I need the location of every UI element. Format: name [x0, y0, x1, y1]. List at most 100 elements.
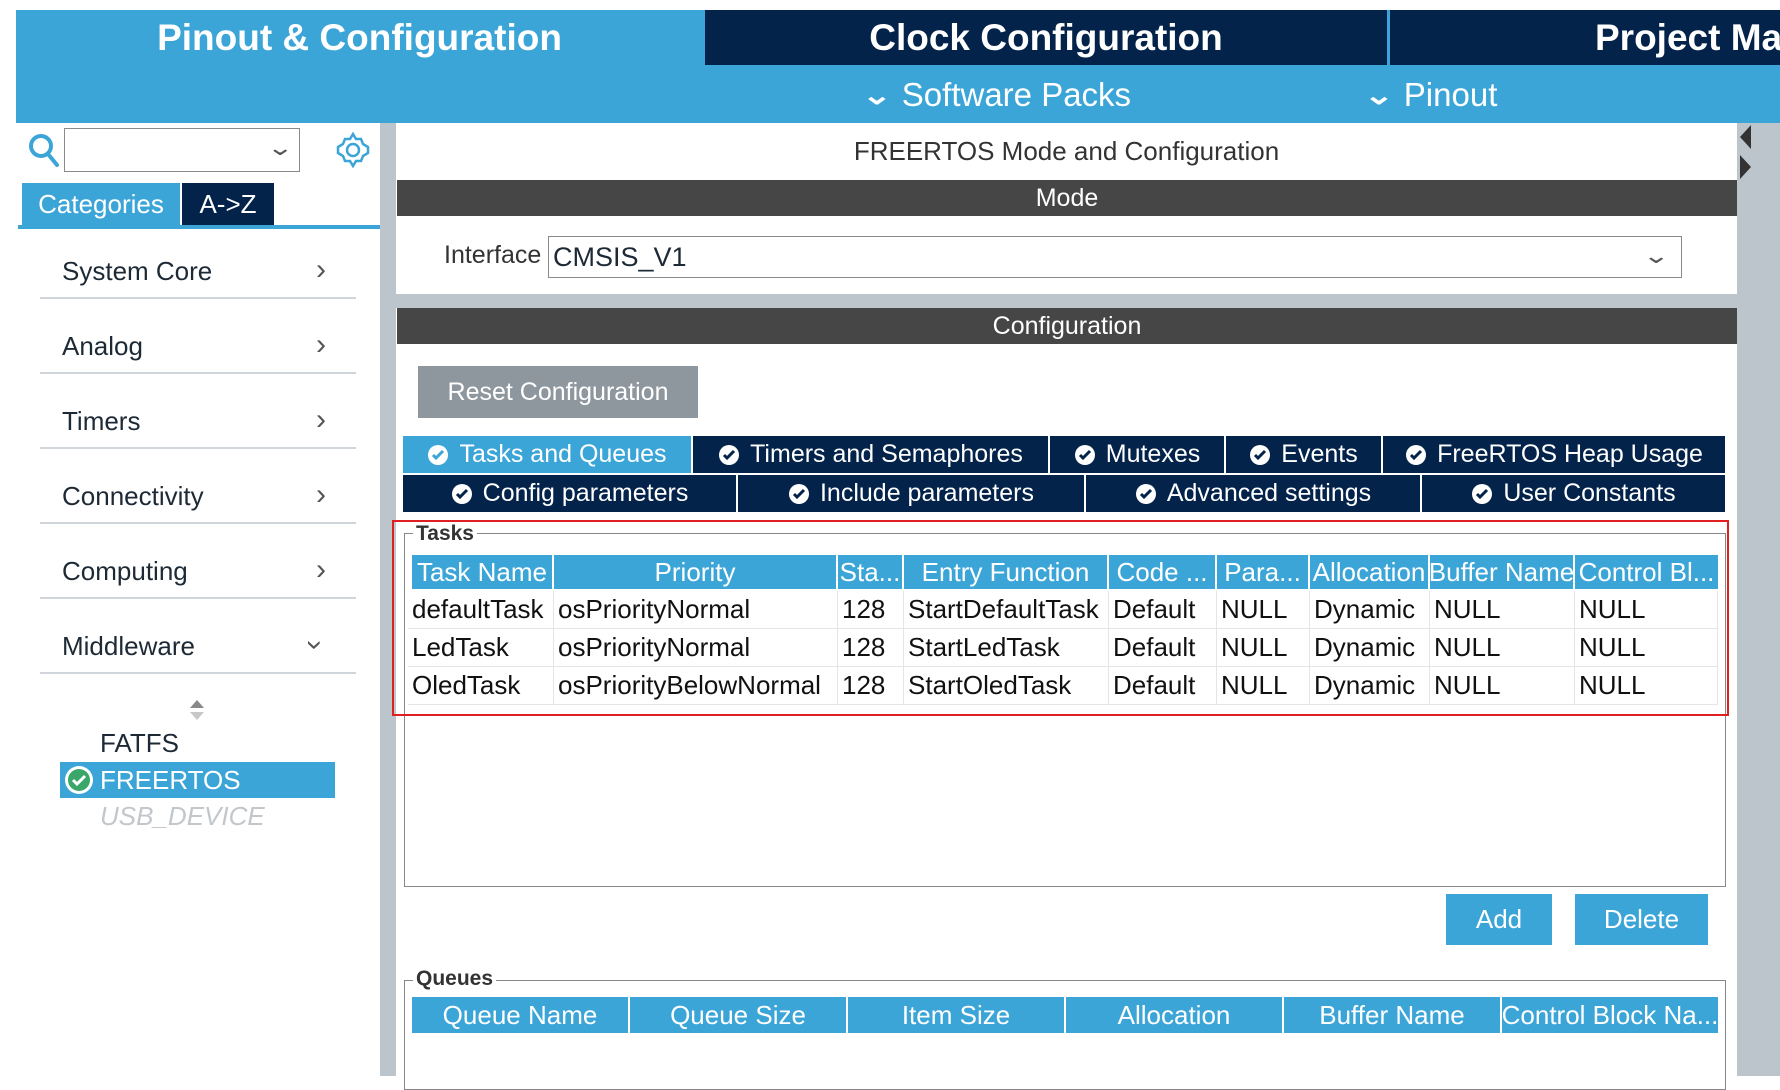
check-icon	[428, 444, 449, 465]
category-timers[interactable]: Timers ›	[40, 375, 356, 449]
configuration-section-header: Configuration	[397, 308, 1737, 344]
middleware-item-usb-device[interactable]: USB_DEVICE	[100, 801, 265, 832]
column-header-allocation[interactable]: Allocation	[1066, 997, 1284, 1033]
software-packs-label: Software Packs	[901, 76, 1132, 113]
middleware-item-fatfs[interactable]: FATFS	[100, 728, 179, 759]
column-header-entry-function[interactable]: Entry Function	[904, 555, 1109, 589]
tab-label: Config parameters	[482, 479, 689, 507]
check-icon	[1074, 444, 1095, 465]
tab-categories[interactable]: Categories	[22, 183, 180, 225]
chevron-right-icon: ›	[316, 328, 326, 361]
column-header-control-block-name[interactable]: Control Block Na...	[1502, 997, 1718, 1033]
middleware-item-label: FREERTOS	[100, 764, 241, 795]
search-input[interactable]: ⌄	[64, 128, 300, 172]
table-cell: StartOledTask	[904, 667, 1109, 705]
right-panel-splitter[interactable]	[1737, 123, 1780, 1076]
tab-advanced-settings[interactable]: Advanced settings	[1086, 475, 1422, 512]
reset-configuration-button[interactable]: Reset Configuration	[418, 366, 698, 418]
column-header-buffer-name[interactable]: Buffer Name	[1430, 555, 1575, 589]
table-cell: Default	[1109, 667, 1217, 705]
column-header-queue-size[interactable]: Queue Size	[630, 997, 848, 1033]
column-header-item-size[interactable]: Item Size	[848, 997, 1066, 1033]
column-header-task-name[interactable]: Task Name	[412, 555, 554, 589]
table-cell: NULL	[1575, 591, 1718, 629]
table-cell: LedTask	[408, 629, 554, 667]
search-icon[interactable]	[28, 133, 60, 169]
table-cell: osPriorityNormal	[554, 591, 838, 629]
add-task-button[interactable]: Add	[1446, 894, 1552, 945]
tab-label: Timers and Semaphores	[750, 440, 1023, 468]
tab-freertos-heap-usage[interactable]: FreeRTOS Heap Usage	[1383, 436, 1725, 473]
check-icon	[1135, 483, 1156, 504]
tab-clock-configuration[interactable]: Clock Configuration	[705, 10, 1387, 65]
sort-icon[interactable]	[188, 697, 206, 723]
column-header-queue-name[interactable]: Queue Name	[412, 997, 630, 1033]
category-analog[interactable]: Analog ›	[40, 300, 356, 374]
software-packs-menu[interactable]: ⌄ Software Packs	[862, 72, 1132, 118]
table-cell: NULL	[1217, 667, 1310, 705]
tab-label: Tasks and Queues	[459, 440, 667, 468]
column-header-stack-size[interactable]: Sta...	[838, 555, 904, 589]
delete-task-button[interactable]: Delete	[1575, 894, 1708, 945]
interface-value: CMSIS_V1	[553, 241, 687, 272]
category-label: System Core	[62, 256, 213, 286]
pinout-menu[interactable]: ⌄ Pinout	[1364, 72, 1498, 118]
table-cell: 128	[838, 667, 904, 705]
chevron-right-icon: ›	[316, 553, 326, 586]
table-cell: StartLedTask	[904, 629, 1109, 667]
queues-group-label: Queues	[413, 967, 497, 991]
interface-label: Interface	[444, 241, 542, 269]
category-label: Timers	[62, 406, 141, 436]
check-icon	[1472, 483, 1493, 504]
category-label: Computing	[62, 556, 188, 586]
table-cell: 128	[838, 591, 904, 629]
tab-include-parameters[interactable]: Include parameters	[738, 475, 1086, 512]
chevron-down-icon: ⌄	[1641, 243, 1670, 268]
tab-label: Events	[1281, 440, 1358, 468]
tab-config-parameters[interactable]: Config parameters	[403, 475, 738, 512]
tab-timers-and-semaphores[interactable]: Timers and Semaphores	[693, 436, 1050, 473]
tab-a-to-z[interactable]: A->Z	[182, 183, 274, 225]
check-icon	[1406, 444, 1427, 465]
column-header-priority[interactable]: Priority	[554, 555, 838, 589]
check-icon	[1250, 444, 1271, 465]
check-icon	[65, 766, 93, 794]
tab-mutexes[interactable]: Mutexes	[1050, 436, 1226, 473]
section-gap	[396, 294, 1737, 308]
category-system-core[interactable]: System Core ›	[40, 225, 356, 299]
pinout-menu-label: Pinout	[1403, 76, 1498, 113]
table-cell: NULL	[1217, 629, 1310, 667]
collapse-arrows-icon[interactable]	[1737, 123, 1753, 183]
tab-events[interactable]: Events	[1226, 436, 1383, 473]
table-cell: NULL	[1430, 667, 1575, 705]
tab-label: Mutexes	[1105, 440, 1201, 468]
tab-project-manager[interactable]: Project Mar	[1390, 10, 1780, 65]
table-cell: NULL	[1430, 591, 1575, 629]
column-header-control-block[interactable]: Control Bl...	[1575, 555, 1718, 589]
check-icon	[788, 483, 809, 504]
tab-label: Include parameters	[819, 479, 1034, 507]
chevron-right-icon: ›	[316, 478, 326, 511]
table-cell: Dynamic	[1310, 629, 1430, 667]
category-connectivity[interactable]: Connectivity ›	[40, 450, 356, 524]
chevron-down-icon: ›	[299, 640, 332, 650]
column-header-code-generation[interactable]: Code ...	[1109, 555, 1217, 589]
column-header-parameter[interactable]: Para...	[1217, 555, 1310, 589]
tab-user-constants[interactable]: User Constants	[1422, 475, 1725, 512]
chevron-right-icon: ›	[316, 253, 326, 286]
middleware-item-freertos[interactable]: FREERTOS	[60, 762, 335, 798]
column-header-buffer-name[interactable]: Buffer Name	[1284, 997, 1502, 1033]
table-cell: NULL	[1430, 629, 1575, 667]
table-cell: Dynamic	[1310, 667, 1430, 705]
category-computing[interactable]: Computing ›	[40, 525, 356, 599]
category-middleware[interactable]: Middleware ›	[40, 600, 356, 674]
gear-icon[interactable]	[334, 131, 372, 169]
category-label: Connectivity	[62, 481, 204, 511]
page-title: FREERTOS Mode and Configuration	[853, 135, 1280, 166]
table-cell: StartDefaultTask	[904, 591, 1109, 629]
tab-pinout-configuration[interactable]: Pinout & Configuration	[16, 10, 703, 65]
tab-label: User Constants	[1503, 479, 1676, 507]
tab-tasks-and-queues[interactable]: Tasks and Queues	[403, 436, 693, 473]
column-header-allocation[interactable]: Allocation	[1310, 555, 1430, 589]
interface-select[interactable]: CMSIS_V1 ⌄	[548, 236, 1682, 278]
